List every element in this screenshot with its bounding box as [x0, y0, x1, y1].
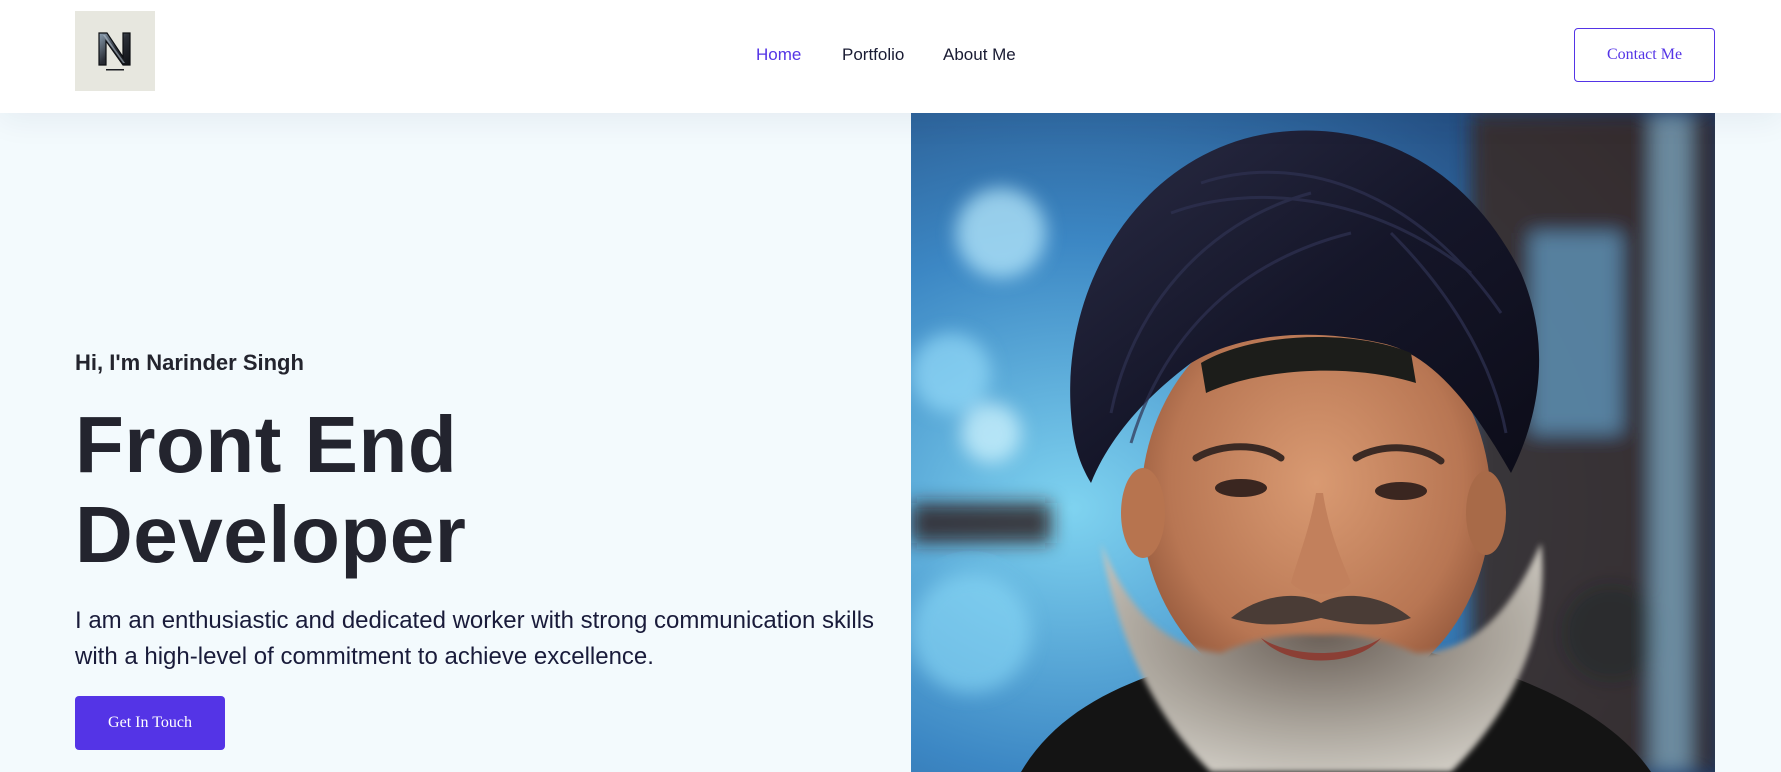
- site-header: Home Portfolio About Me Contact Me: [0, 0, 1781, 113]
- main-nav: Home Portfolio About Me: [0, 0, 1781, 113]
- contact-me-button[interactable]: Contact Me: [1574, 28, 1715, 82]
- portrait-photo: [911, 113, 1715, 772]
- hero-greeting: Hi, I'm Narinder Singh: [75, 350, 304, 375]
- hero-title-line-2: Developer: [75, 490, 467, 579]
- hero-title: Front End Developer: [75, 400, 466, 580]
- nav-portfolio-link[interactable]: Portfolio: [842, 44, 904, 66]
- nav-home-link[interactable]: Home: [756, 44, 801, 66]
- get-in-touch-button[interactable]: Get In Touch: [75, 696, 225, 750]
- nav-about-me-link[interactable]: About Me: [943, 44, 1016, 66]
- hero-title-line-1: Front End: [75, 400, 458, 489]
- hero-description: I am an enthusiastic and dedicated worke…: [75, 607, 875, 670]
